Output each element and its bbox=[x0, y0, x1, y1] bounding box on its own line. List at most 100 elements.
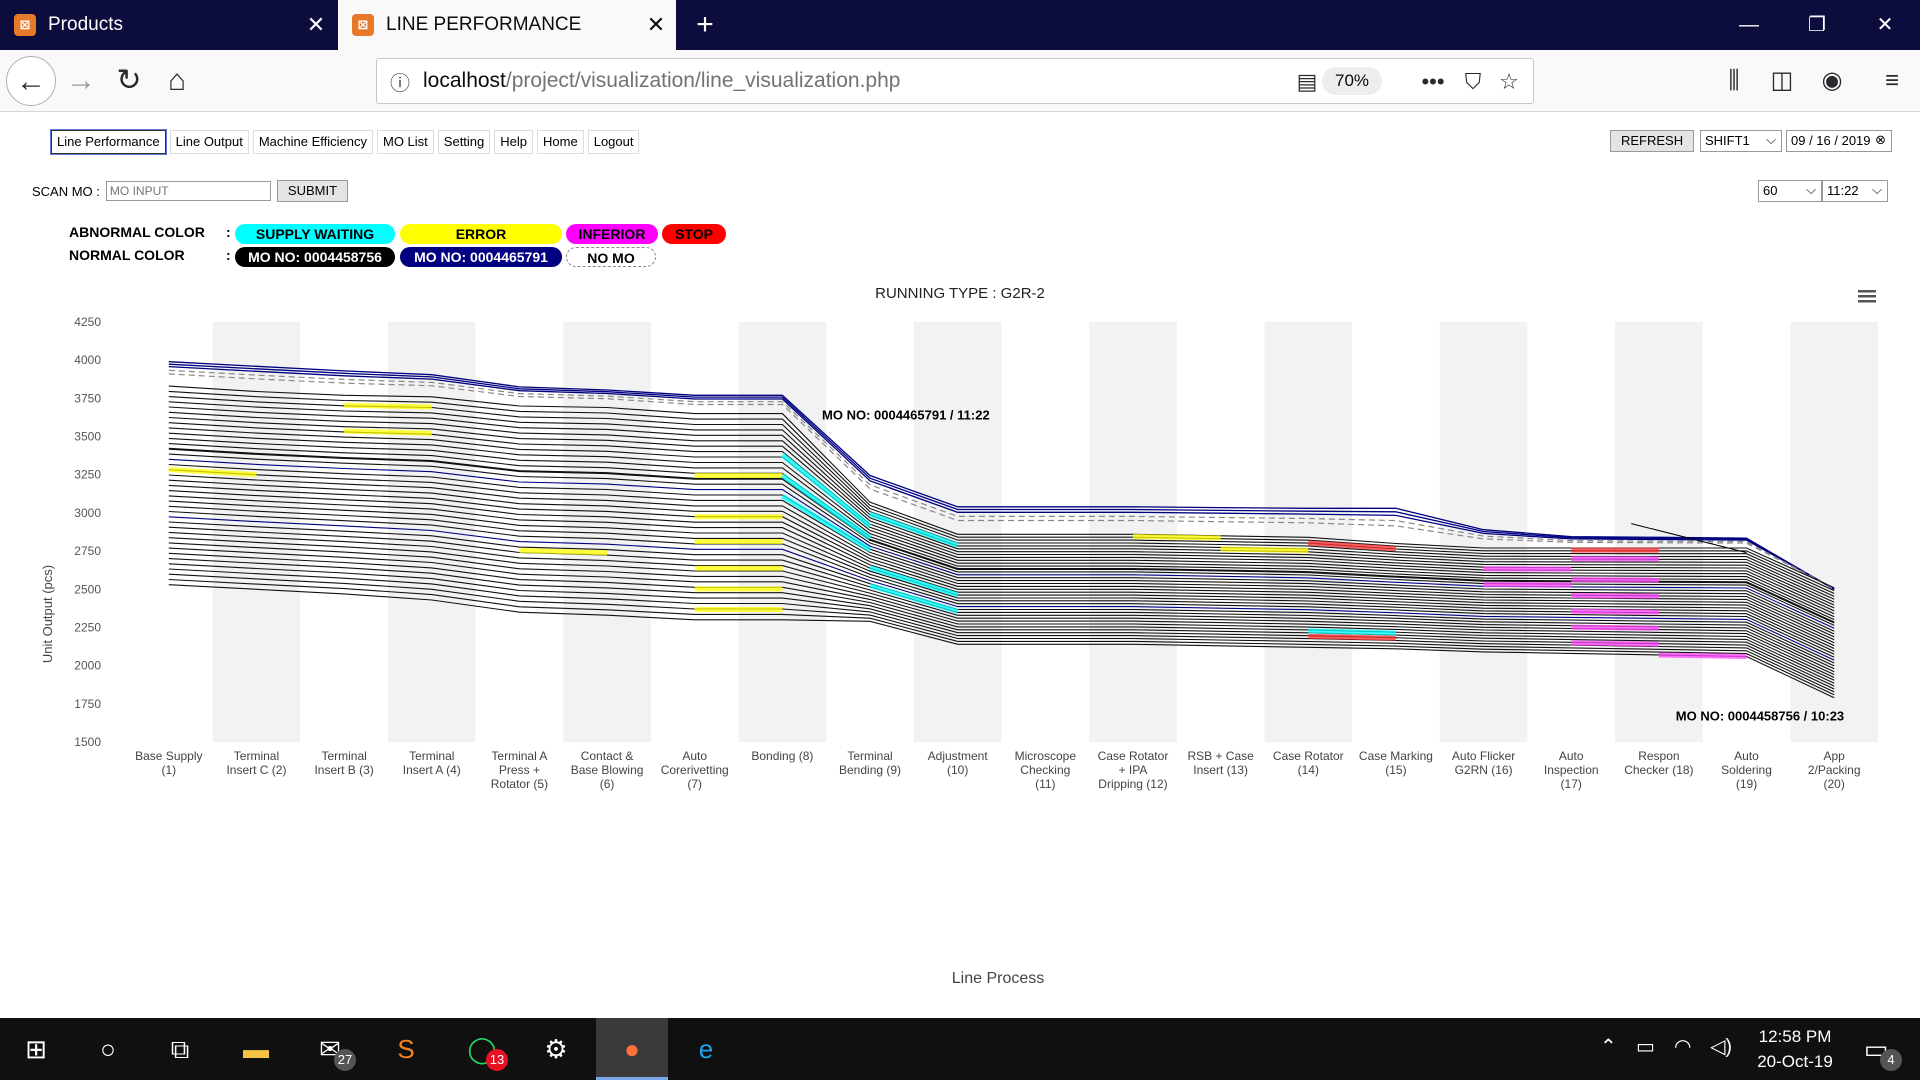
browser-tabbar: ⊠ Products ✕ ⊠ LINE PERFORMANCE ✕ + — ❐ … bbox=[0, 0, 1920, 50]
notification-center-icon[interactable]: ▭ 4 bbox=[1840, 1018, 1912, 1080]
error-highlight bbox=[344, 402, 432, 410]
x-tick-label: Auto Inspection (17) bbox=[1544, 749, 1599, 791]
x-tick-label: Terminal Insert B (3) bbox=[314, 749, 373, 777]
home-icon[interactable]: ⌂ bbox=[152, 56, 202, 106]
tab-title: LINE PERFORMANCE bbox=[386, 14, 582, 35]
page-content: Line Performance Line Output Machine Eff… bbox=[0, 112, 1920, 1018]
inferior-highlight bbox=[1658, 652, 1747, 659]
inferior-highlight bbox=[1571, 640, 1659, 647]
y-tick-label: 1500 bbox=[74, 735, 101, 749]
info-icon[interactable]: ⓘ bbox=[377, 67, 423, 96]
sublime-text-icon[interactable]: S bbox=[370, 1018, 442, 1080]
bookmark-star-icon[interactable]: ☆ bbox=[1491, 65, 1527, 99]
y-tick-label: 1750 bbox=[74, 697, 101, 711]
y-tick-label: 3750 bbox=[74, 391, 101, 405]
inferior-highlight bbox=[1571, 608, 1659, 615]
zoom-level[interactable]: 70% bbox=[1322, 67, 1382, 95]
x-tick-label: Terminal Insert C (2) bbox=[226, 749, 286, 777]
task-view-icon[interactable]: ⧉ bbox=[144, 1018, 216, 1080]
x-tick-label: Auto Corerivetting (7) bbox=[661, 749, 729, 791]
page-actions-icon[interactable]: ••• bbox=[1415, 65, 1451, 99]
tab-products[interactable]: ⊠ Products ✕ bbox=[0, 0, 336, 50]
x-tick-label: Contact & Base Blowing (6) bbox=[571, 749, 644, 791]
sidebar-icon[interactable]: ◫ bbox=[1764, 64, 1800, 98]
window-close-icon[interactable]: ✕ bbox=[1850, 0, 1920, 50]
pocket-icon[interactable]: ⛉ bbox=[1455, 65, 1491, 99]
annotation-mo-0004465791: MO NO: 0004465791 / 11:22 bbox=[822, 408, 990, 423]
new-tab-icon[interactable]: + bbox=[685, 6, 725, 44]
x-tick-label: Terminal Insert A (4) bbox=[403, 749, 461, 777]
x-tick-label: Terminal Bending (9) bbox=[839, 749, 901, 777]
library-icon[interactable]: ⫼ bbox=[1716, 64, 1752, 98]
clock-time: 12:58 PM bbox=[1758, 1027, 1832, 1046]
windows-taskbar: ⊞ ○ ⧉ ▬ ✉ 27 S ◯ 13 ⚙ ● e ⌃ ▭ ◠ ◁) 12:58 P… bbox=[0, 1018, 1920, 1080]
tab-line-performance[interactable]: ⊠ LINE PERFORMANCE ✕ bbox=[338, 0, 676, 50]
x-tick-label: Case Rotator + IPA Dripping (12) bbox=[1098, 749, 1169, 791]
settings-gear-icon[interactable]: ⚙ bbox=[520, 1018, 592, 1080]
file-explorer-icon[interactable]: ▬ bbox=[220, 1018, 292, 1080]
restore-icon[interactable]: ❐ bbox=[1782, 0, 1852, 50]
volume-icon[interactable]: ◁) bbox=[1710, 1034, 1732, 1059]
battery-icon[interactable]: ▭ bbox=[1636, 1034, 1655, 1059]
reload-icon[interactable]: ↻ bbox=[104, 56, 154, 106]
y-tick-label: 3500 bbox=[74, 430, 101, 444]
url-bar[interactable]: ⓘ localhost /project/visualization/line_… bbox=[376, 58, 1534, 104]
url-path: /project/visualization/line_visualizatio… bbox=[505, 69, 901, 92]
chart-title: RUNNING TYPE : G2R-2 bbox=[875, 285, 1045, 302]
browser-navbar: ← → ↻ ⌂ ⓘ localhost /project/visualizati… bbox=[0, 50, 1920, 112]
windows-start-icon[interactable]: ⊞ bbox=[0, 1018, 72, 1080]
wifi-icon[interactable]: ◠ bbox=[1674, 1034, 1691, 1059]
whatsapp-icon[interactable]: ◯ 13 bbox=[446, 1018, 518, 1080]
x-tick-label: Adjustment (10) bbox=[928, 749, 989, 777]
x-tick-label: Terminal A Press + Rotator (5) bbox=[491, 749, 548, 791]
x-tick-label: RSB + Case Insert (13) bbox=[1187, 749, 1254, 777]
reader-view-icon[interactable]: ▤ bbox=[1289, 65, 1325, 99]
inferior-highlight bbox=[1483, 581, 1572, 588]
show-hidden-icons-icon[interactable]: ⌃ bbox=[1600, 1034, 1617, 1059]
grid-band bbox=[1089, 322, 1177, 742]
clock-date: 20-Oct-19 bbox=[1757, 1052, 1833, 1071]
grid-band bbox=[1264, 322, 1353, 742]
grid-band bbox=[1615, 322, 1703, 742]
error-highlight bbox=[1132, 533, 1221, 541]
x-tick-label: App 2/Packing (20) bbox=[1808, 749, 1861, 791]
close-icon[interactable]: ✕ bbox=[636, 12, 676, 38]
y-tick-label: 3250 bbox=[74, 468, 101, 482]
grid-band bbox=[1790, 322, 1878, 742]
xampp-icon: ⊠ bbox=[352, 14, 374, 36]
mail-badge: 27 bbox=[334, 1049, 356, 1071]
forward-arrow-icon[interactable]: → bbox=[56, 56, 106, 106]
x-tick-label: Bonding (8) bbox=[751, 749, 813, 763]
y-tick-label: 2250 bbox=[74, 620, 101, 634]
error-highlight bbox=[344, 428, 432, 436]
x-tick-label: Auto Soldering (19) bbox=[1721, 749, 1772, 791]
xampp-icon: ⊠ bbox=[14, 14, 36, 36]
y-axis-title: Unit Output (pcs) bbox=[40, 565, 55, 663]
account-icon[interactable]: ◉ bbox=[1814, 64, 1850, 98]
close-icon[interactable]: ✕ bbox=[296, 12, 336, 38]
y-tick-label: 4250 bbox=[74, 315, 101, 329]
notification-badge: 4 bbox=[1880, 1049, 1902, 1071]
x-tick-label: Base Supply (1) bbox=[135, 749, 202, 777]
x-tick-label: Case Marking (15) bbox=[1359, 749, 1433, 777]
minimize-icon[interactable]: — bbox=[1714, 0, 1784, 50]
hamburger-menu-icon[interactable]: ≡ bbox=[1874, 64, 1910, 98]
chart-menu-icon[interactable] bbox=[1858, 290, 1876, 303]
mail-icon[interactable]: ✉ 27 bbox=[294, 1018, 366, 1080]
inferior-highlight bbox=[1571, 624, 1659, 631]
error-highlight bbox=[1220, 546, 1309, 554]
y-tick-label: 2750 bbox=[74, 544, 101, 558]
x-axis-title: Line Process bbox=[952, 970, 1045, 987]
back-arrow-icon[interactable]: ← bbox=[6, 56, 56, 106]
x-tick-label: Case Rotator (14) bbox=[1273, 749, 1344, 777]
supply-waiting-highlight bbox=[1308, 628, 1396, 636]
search-circle-icon[interactable]: ○ bbox=[72, 1018, 144, 1080]
firefox-icon[interactable]: ● bbox=[596, 1018, 668, 1080]
taskbar-clock[interactable]: 12:58 PM 20-Oct-19 bbox=[1740, 1024, 1850, 1074]
x-tick-label: Respon Checker (18) bbox=[1624, 749, 1693, 777]
y-tick-label: 3000 bbox=[74, 506, 101, 520]
y-tick-label: 4000 bbox=[74, 353, 101, 367]
internet-explorer-icon[interactable]: e bbox=[670, 1018, 742, 1080]
x-tick-label: Auto Flicker G2RN (16) bbox=[1452, 749, 1515, 777]
annotation-mo-0004458756: MO NO: 0004458756 / 10:23 bbox=[1676, 709, 1844, 724]
